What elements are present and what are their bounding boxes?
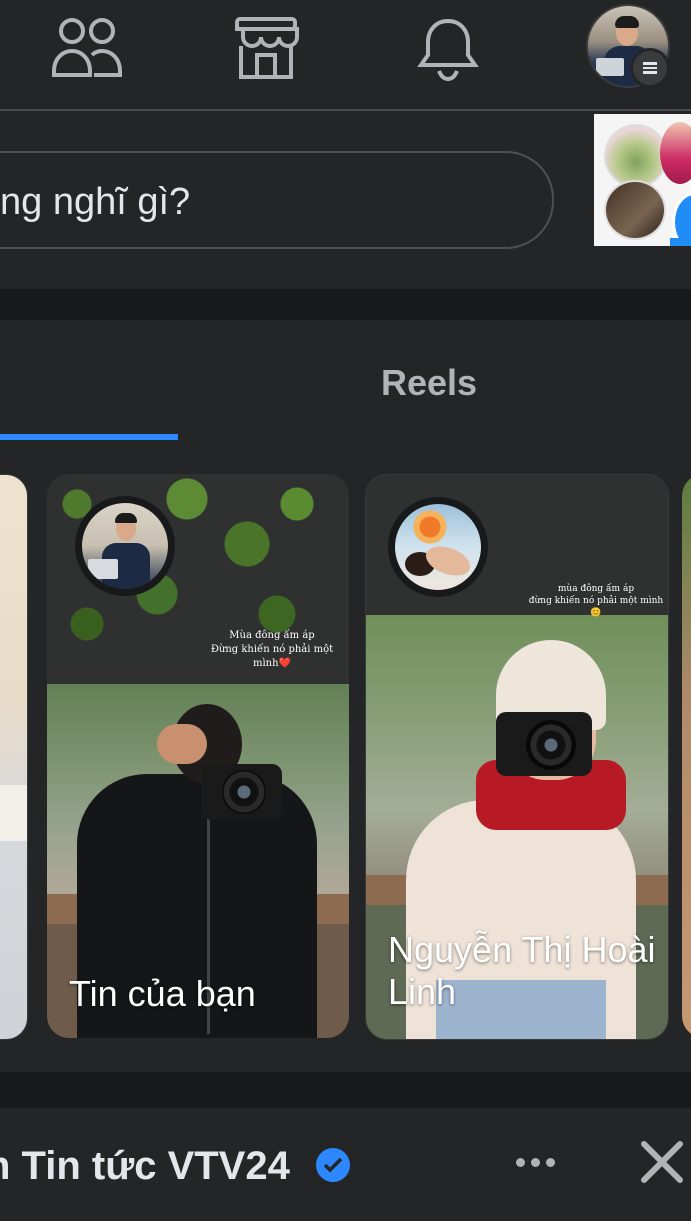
story-card-friend[interactable]: mùa đông ấm áp đừng khiến nó phải một mì… (365, 474, 669, 1040)
composer-placeholder: ng nghĩ gì? (0, 181, 191, 223)
marketplace-icon[interactable] (226, 8, 306, 88)
profile-menu-button[interactable] (586, 4, 670, 88)
post-header: n Tin tức VTV24 (0, 1108, 691, 1221)
close-icon[interactable] (636, 1136, 688, 1188)
stories-section: Reels Mùa đông ấm áp Đừng khiến nó phải … (0, 320, 691, 1072)
story-avatar (388, 497, 488, 597)
post-page-name[interactable]: n Tin tức VTV24 (0, 1144, 290, 1189)
camera-image (202, 764, 282, 820)
story-card-partial-left[interactable] (0, 474, 28, 1040)
story-card-your-story[interactable]: Mùa đông ấm áp Đừng khiến nó phải một mì… (47, 474, 349, 1038)
post-composer: ng nghĩ gì? (0, 111, 691, 289)
section-separator (0, 289, 691, 320)
whats-on-your-mind-input[interactable]: ng nghĩ gì? (0, 151, 554, 249)
story-name: Tin của bạn (69, 973, 256, 1014)
more-options-icon[interactable] (505, 1142, 565, 1182)
verified-badge-icon (316, 1148, 350, 1182)
story-caption: Mùa đông ấm áp Đừng khiến nó phải một mì… (210, 630, 334, 669)
facebook-feed-screen: ng nghĩ gì? Reels Mùa đông ấm áp Đừng kh (0, 0, 691, 1221)
story-caption: mùa đông ấm áp đừng khiến nó phải một mì… (528, 584, 664, 618)
story-name: Nguyễn Thị Hoài Linh (388, 929, 656, 1012)
camera-image (496, 712, 592, 776)
story-avatar (75, 496, 175, 596)
tab-stories-active-indicator (0, 434, 178, 440)
story-card-partial-right[interactable] (682, 474, 691, 1038)
tab-reels[interactable]: Reels (381, 362, 477, 404)
photo-thumbnail[interactable] (594, 114, 691, 246)
notifications-icon[interactable] (408, 8, 488, 88)
menu-icon (630, 48, 670, 88)
top-navigation-bar (0, 0, 691, 111)
section-separator (0, 1072, 691, 1108)
friends-icon[interactable] (48, 8, 128, 88)
